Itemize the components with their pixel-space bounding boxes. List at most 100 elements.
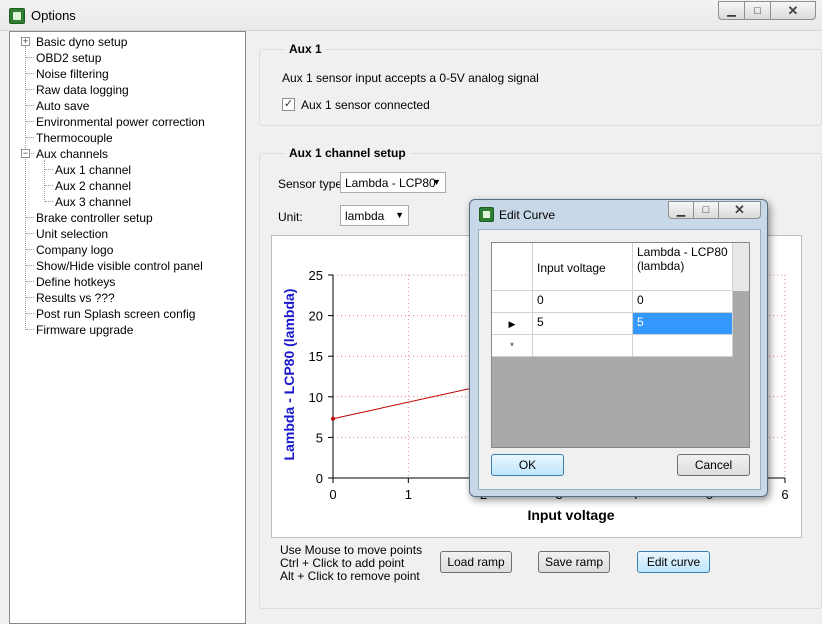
dialog-maximize-button[interactable]: □ xyxy=(693,201,719,219)
unit-value: lambda xyxy=(345,209,385,223)
dialog-window-controls: ▁ □ ✕ xyxy=(668,201,761,219)
tree-item-results-vs[interactable]: Results vs ??? xyxy=(36,290,115,306)
save-ramp-button[interactable]: Save ramp xyxy=(538,551,610,573)
cell-output-new[interactable] xyxy=(633,335,733,357)
load-ramp-button[interactable]: Load ramp xyxy=(440,551,512,573)
sensor-type-select[interactable]: Lambda - LCP80 ▼ xyxy=(340,172,446,193)
dialog-ok-button[interactable]: OK xyxy=(491,454,564,476)
help-remove-point: Alt + Click to remove point xyxy=(280,569,420,583)
tree-connector xyxy=(26,137,34,138)
close-icon: ✕ xyxy=(734,202,745,217)
chevron-down-icon: ▼ xyxy=(395,210,404,220)
close-button[interactable]: ✕ xyxy=(770,1,816,20)
grid-header-filler xyxy=(733,243,749,291)
cell-output-selected[interactable]: 5 xyxy=(633,313,733,335)
tree-connector xyxy=(26,297,34,298)
help-add-point: Ctrl + Click to add point xyxy=(280,556,405,570)
x-tick-label: 6 xyxy=(781,487,788,502)
x-tick-label: 0 xyxy=(329,487,336,502)
aux-connected-checkbox[interactable]: ✓ xyxy=(282,98,295,111)
tree-connector xyxy=(26,313,34,314)
unit-label: Unit: xyxy=(278,210,303,224)
tree-connector xyxy=(45,201,53,202)
tree-connector xyxy=(26,57,34,58)
window-titlebar: Options ▁ □ ✕ xyxy=(0,0,822,31)
tree-connector xyxy=(26,265,34,266)
dialog-minimize-button[interactable]: ▁ xyxy=(668,201,694,219)
tree-item-define-hotkeys[interactable]: Define hotkeys xyxy=(36,274,115,290)
app-icon xyxy=(9,8,25,24)
edit-curve-button[interactable]: Edit curve xyxy=(637,551,710,573)
channel-setup-title: Aux 1 channel setup xyxy=(285,146,410,160)
tree-connector xyxy=(26,217,34,218)
cell-input-voltage-new[interactable] xyxy=(533,335,633,357)
tree-item-unit-selection[interactable]: Unit selection xyxy=(36,226,108,242)
tree-item-auto-save[interactable]: Auto save xyxy=(36,98,89,114)
tree-item-post-run-splash-screen-config[interactable]: Post run Splash screen config xyxy=(36,306,195,322)
tree-item-basic-dyno-setup[interactable]: Basic dyno setup xyxy=(36,34,127,50)
y-axis-label: Lambda - LCP80 (lambda) xyxy=(281,289,297,461)
cell-input-voltage[interactable]: 5 xyxy=(533,313,633,335)
tree-item-show-hide-control-panel[interactable]: Show/Hide visible control panel xyxy=(36,258,203,274)
window-controls: ▁ □ ✕ xyxy=(718,1,816,20)
y-tick-label: 10 xyxy=(309,390,323,405)
tree-connector xyxy=(45,169,53,170)
sensor-type-value: Lambda - LCP80 xyxy=(345,176,436,190)
cell-input-voltage[interactable]: 0 xyxy=(533,291,633,313)
dialog-cancel-button[interactable]: Cancel xyxy=(677,454,750,476)
tree-connector xyxy=(26,105,34,106)
row-header-new[interactable]: * xyxy=(492,335,533,357)
expand-icon[interactable]: + xyxy=(21,37,30,46)
tree-item-aux-3-channel[interactable]: Aux 3 channel xyxy=(55,194,131,210)
tree-connector xyxy=(44,160,45,202)
chevron-down-icon: ▼ xyxy=(432,177,441,187)
tree-item-environmental-power-correction[interactable]: Environmental power correction xyxy=(36,114,205,130)
curve-point[interactable] xyxy=(331,416,335,421)
tree-item-raw-data-logging[interactable]: Raw data logging xyxy=(36,82,129,98)
tree-item-aux-1-channel[interactable]: Aux 1 channel xyxy=(55,162,131,178)
tree-connector xyxy=(26,73,34,74)
minimize-button[interactable]: ▁ xyxy=(718,1,745,20)
tree-item-obd2-setup[interactable]: OBD2 setup xyxy=(36,50,101,66)
edit-curve-dialog: Edit Curve ▁ □ ✕ Input voltage Lambda - … xyxy=(469,199,768,497)
tree-item-aux-channels[interactable]: Aux channels xyxy=(36,146,108,162)
close-icon: ✕ xyxy=(787,2,799,18)
column-header-input-voltage[interactable]: Input voltage xyxy=(533,243,633,291)
aux-description: Aux 1 sensor input accepts a 0-5V analog… xyxy=(282,71,539,85)
dialog-close-button[interactable]: ✕ xyxy=(718,201,761,219)
aux-group xyxy=(259,49,822,126)
aux-group-title: Aux 1 xyxy=(285,42,326,56)
tree-item-aux-2-channel[interactable]: Aux 2 channel xyxy=(55,178,131,194)
cell-output[interactable]: 0 xyxy=(633,291,733,313)
grid-corner xyxy=(492,243,533,291)
tree-connector xyxy=(45,185,53,186)
row-header-current[interactable]: ▶ xyxy=(492,313,533,335)
maximize-button[interactable]: □ xyxy=(744,1,771,20)
sensor-type-label: Sensor type: xyxy=(278,177,346,191)
collapse-icon[interactable]: − xyxy=(21,149,30,158)
column-header-output[interactable]: Lambda - LCP80 (lambda) xyxy=(633,243,733,291)
tree-connector xyxy=(26,121,34,122)
tree-item-company-logo[interactable]: Company logo xyxy=(36,242,113,258)
y-tick-label: 20 xyxy=(309,309,323,324)
row-header[interactable] xyxy=(492,291,533,313)
curve-points-grid[interactable]: Input voltage Lambda - LCP80 (lambda) 0 … xyxy=(491,242,750,448)
tree-item-firmware-upgrade[interactable]: Firmware upgrade xyxy=(36,322,133,338)
y-tick-label: 5 xyxy=(316,430,323,445)
aux-connected-label[interactable]: Aux 1 sensor connected xyxy=(301,98,430,112)
tree-connector xyxy=(26,329,34,330)
y-tick-label: 0 xyxy=(316,471,323,486)
maximize-icon: □ xyxy=(702,204,710,216)
tree-item-thermocouple[interactable]: Thermocouple xyxy=(36,130,113,146)
tree-connector xyxy=(26,233,34,234)
options-tree[interactable]: + − Basic dyno setup OBD2 setup Noise fi… xyxy=(9,31,246,624)
maximize-icon: □ xyxy=(754,4,761,17)
tree-item-brake-controller-setup[interactable]: Brake controller setup xyxy=(36,210,153,226)
dialog-title: Edit Curve xyxy=(499,208,556,222)
dialog-client-area: Input voltage Lambda - LCP80 (lambda) 0 … xyxy=(478,229,761,490)
tree-connector xyxy=(26,89,34,90)
x-axis-label: Input voltage xyxy=(527,507,614,523)
y-tick-label: 15 xyxy=(309,349,323,364)
tree-item-noise-filtering[interactable]: Noise filtering xyxy=(36,66,109,82)
unit-select[interactable]: lambda ▼ xyxy=(340,205,409,226)
